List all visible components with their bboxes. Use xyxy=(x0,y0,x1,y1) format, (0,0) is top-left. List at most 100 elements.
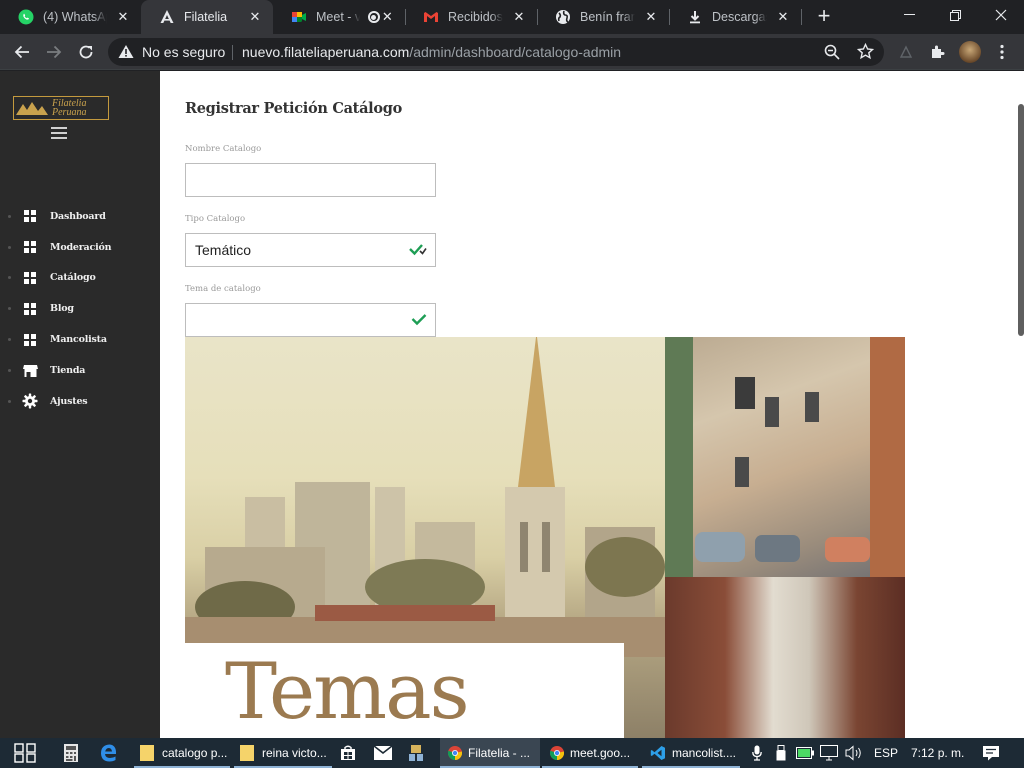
windows-taskbar: catalogo p... reina victo... Filatelia -… xyxy=(0,738,1024,768)
warning-icon[interactable] xyxy=(118,44,134,64)
sidebar-item-catalogo[interactable]: Catálogo xyxy=(0,263,160,294)
star-icon[interactable] xyxy=(856,42,875,65)
scrollbar-thumb[interactable] xyxy=(1018,104,1024,336)
mail-button[interactable] xyxy=(374,738,394,768)
vscode-icon xyxy=(650,745,666,761)
tema-catalogo-input[interactable] xyxy=(185,303,436,337)
calculator-button[interactable] xyxy=(64,738,84,768)
zoom-icon[interactable] xyxy=(824,44,840,65)
clock[interactable]: 7:12 p. m. xyxy=(911,738,964,768)
sidebar-item-mancolista[interactable]: Mancolista xyxy=(0,324,160,355)
sidebar-item-moderacion[interactable]: Moderación xyxy=(0,232,160,263)
extension-button[interactable] xyxy=(892,38,920,66)
close-icon[interactable]: ✕ xyxy=(380,9,395,25)
alley-photo xyxy=(665,577,905,738)
forward-button[interactable] xyxy=(40,38,68,66)
close-icon[interactable]: ✕ xyxy=(511,9,527,25)
close-icon[interactable]: ✕ xyxy=(643,9,659,25)
arrow-left-icon xyxy=(14,45,29,59)
tab-benin[interactable]: Benín francé ✕ xyxy=(537,0,669,34)
web-page: Filatelia Peruana Dashboard Moderación C… xyxy=(0,71,1024,738)
microphone-icon[interactable] xyxy=(752,738,762,768)
sidebar-item-label: Moderación xyxy=(50,241,112,253)
profile-button[interactable] xyxy=(956,38,984,66)
bullet xyxy=(8,338,11,342)
logo-text: Filatelia Peruana xyxy=(52,99,87,118)
nombre-catalogo-input[interactable] xyxy=(185,163,436,197)
tab-descargas[interactable]: Descargas ✕ xyxy=(669,0,801,34)
folder-icon xyxy=(140,745,154,761)
gmail-icon xyxy=(423,9,439,25)
taskbar-item-catalogo[interactable]: catalogo p... xyxy=(134,738,230,768)
taskbar-item-meet[interactable]: meet.goo... xyxy=(542,738,638,768)
menu-button[interactable] xyxy=(988,38,1016,66)
tab-gmail[interactable]: Recibidos (3 ✕ xyxy=(405,0,537,34)
close-icon[interactable]: ✕ xyxy=(115,9,131,25)
hamburger-menu-icon[interactable] xyxy=(51,127,67,140)
restore-icon xyxy=(949,9,961,21)
restore-button[interactable] xyxy=(932,0,978,30)
extensions-button[interactable] xyxy=(924,38,952,66)
tipo-catalogo-select[interactable]: Temático xyxy=(185,233,436,267)
store-icon xyxy=(341,745,355,760)
gear-icon xyxy=(22,393,38,409)
sidebar: Filatelia Peruana Dashboard Moderación C… xyxy=(0,71,160,738)
back-button[interactable] xyxy=(8,38,36,66)
network-icon[interactable] xyxy=(820,738,838,768)
battery-icon[interactable] xyxy=(796,738,814,768)
minimize-button[interactable] xyxy=(886,0,932,30)
tab-title: Benín francé xyxy=(580,10,635,24)
taskbar-label: Filatelia - ... xyxy=(468,746,531,760)
close-icon[interactable]: ✕ xyxy=(247,9,263,25)
valid-check-icon xyxy=(409,242,427,261)
grid-icon xyxy=(22,239,38,255)
bullet xyxy=(8,368,11,372)
reload-icon xyxy=(79,45,93,59)
logo-line2: Peruana xyxy=(52,107,87,118)
usb-icon[interactable] xyxy=(776,738,786,768)
taskbar-item-vscode[interactable]: mancolist.... xyxy=(642,738,740,768)
sidebar-item-ajustes[interactable]: Ajustes xyxy=(0,386,160,417)
sidebar-item-dashboard[interactable]: Dashboard xyxy=(0,201,160,232)
grid-icon xyxy=(22,301,38,317)
minimize-icon xyxy=(903,14,915,15)
bullet xyxy=(8,276,11,280)
bullet xyxy=(8,245,11,249)
taskbar-item-filatelia[interactable]: Filatelia - ... xyxy=(440,738,540,768)
tab-meet[interactable]: Meet - v ✕ xyxy=(273,0,405,34)
bullet xyxy=(8,399,11,403)
notifications-icon[interactable] xyxy=(982,738,1000,768)
field-label-tema: Tema de catalogo xyxy=(185,284,261,294)
tab-whatsapp[interactable]: (4) WhatsApp ✕ xyxy=(0,0,141,34)
grid-icon xyxy=(22,270,38,286)
sidebar-item-label: Tienda xyxy=(50,364,86,376)
task-view-button[interactable] xyxy=(14,738,38,768)
street-buildings-photo xyxy=(665,337,905,577)
more-vert-icon xyxy=(1000,44,1004,60)
tab-title: Filatelia xyxy=(184,10,228,24)
sidebar-item-blog[interactable]: Blog xyxy=(0,293,160,324)
grid-icon xyxy=(22,332,38,348)
volume-icon[interactable] xyxy=(845,738,863,768)
reload-button[interactable] xyxy=(72,38,100,66)
url-text[interactable]: nuevo.filateliaperuana.com/admin/dashboa… xyxy=(242,44,621,60)
store-button[interactable] xyxy=(340,738,360,768)
sidebar-item-label: Dashboard xyxy=(50,210,106,222)
edge-button[interactable] xyxy=(100,738,120,768)
new-tab-button[interactable]: + xyxy=(812,5,836,29)
close-icon[interactable]: ✕ xyxy=(775,9,791,25)
tab-filatelia[interactable]: Filatelia ✕ xyxy=(141,0,273,34)
address-bar[interactable]: No es seguro nuevo.filateliaperuana.com/… xyxy=(108,38,884,66)
chrome-icon xyxy=(448,746,462,760)
close-window-button[interactable] xyxy=(978,0,1024,30)
language-indicator[interactable]: ESP xyxy=(874,738,898,768)
sidebar-item-tienda[interactable]: Tienda xyxy=(0,355,160,386)
network-tool-button[interactable] xyxy=(408,738,428,768)
security-label[interactable]: No es seguro xyxy=(142,44,225,60)
arrow-right-icon xyxy=(47,45,62,59)
logo[interactable]: Filatelia Peruana xyxy=(13,96,109,120)
tab-separator xyxy=(801,9,802,25)
select-value: Temático xyxy=(195,242,252,258)
browser-tabstrip: (4) WhatsApp ✕ Filatelia ✕ Meet - v ✕ Re… xyxy=(0,0,1024,34)
taskbar-item-reina[interactable]: reina victo... xyxy=(234,738,332,768)
